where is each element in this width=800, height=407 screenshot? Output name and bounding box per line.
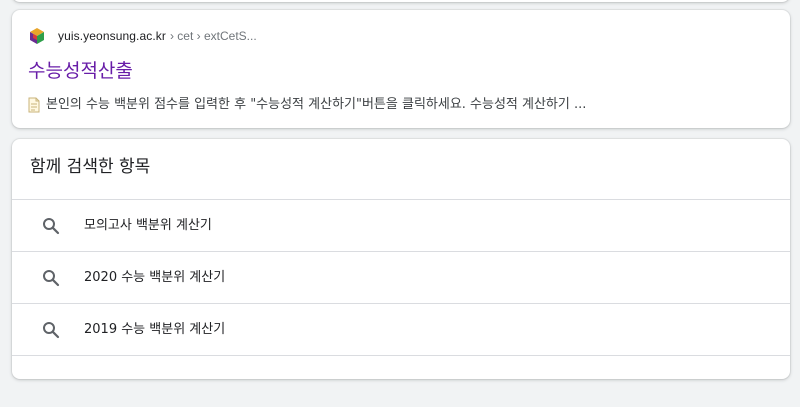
result-title-link[interactable]: 수능성적산출 bbox=[28, 58, 133, 84]
search-icon bbox=[42, 321, 60, 339]
search-icon bbox=[42, 217, 60, 235]
related-searches-card: 함께 검색한 항목 모의고사 백분위 계산기 2020 수능 백분위 계산기 2… bbox=[12, 139, 790, 379]
previous-result-card bbox=[12, 0, 790, 2]
related-search-item-partial[interactable] bbox=[12, 355, 790, 407]
related-search-item[interactable]: 모의고사 백분위 계산기 bbox=[12, 199, 790, 251]
snippet-row: 본인의 수능 백분위 점수를 입력한 후 "수능성적 계산하기"버튼을 클릭하세… bbox=[28, 95, 778, 115]
related-search-label: 모의고사 백분위 계산기 bbox=[84, 217, 212, 233]
site-url: yuis.yeonsung.ac.kr bbox=[58, 29, 166, 43]
related-search-label: 2020 수능 백분위 계산기 bbox=[84, 269, 226, 285]
related-search-label: 2019 수능 백분위 계산기 bbox=[84, 321, 226, 337]
related-searches-header: 함께 검색한 항목 bbox=[30, 157, 151, 177]
breadcrumb: › cet › extCetS... bbox=[169, 29, 257, 43]
site-favicon-icon bbox=[28, 27, 46, 45]
result-snippet: 본인의 수능 백분위 점수를 입력한 후 "수능성적 계산하기"버튼을 클릭하세… bbox=[46, 97, 587, 112]
search-result-card: yuis.yeonsung.ac.kr › cet › extCetS... 수… bbox=[12, 10, 790, 128]
related-searches-list: 모의고사 백분위 계산기 2020 수능 백분위 계산기 2019 수능 백분위… bbox=[12, 199, 790, 407]
related-search-item[interactable]: 2019 수능 백분위 계산기 bbox=[12, 303, 790, 355]
related-search-item[interactable]: 2020 수능 백분위 계산기 bbox=[12, 251, 790, 303]
result-site-row[interactable]: yuis.yeonsung.ac.kr › cet › extCetS... bbox=[28, 26, 257, 46]
document-icon bbox=[28, 97, 40, 113]
search-icon bbox=[42, 269, 60, 287]
